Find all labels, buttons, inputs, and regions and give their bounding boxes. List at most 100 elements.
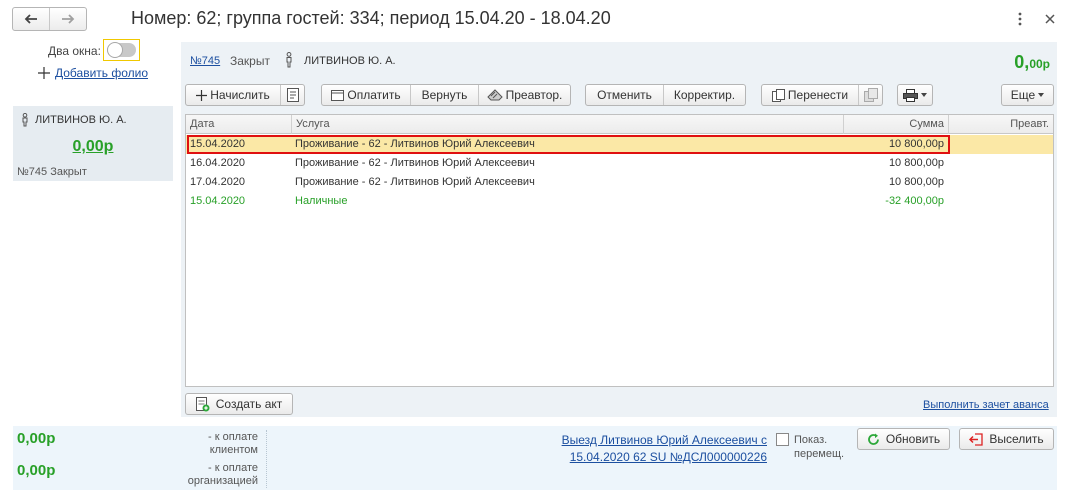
- cell-sum: 10 800,00р: [888, 138, 944, 150]
- cell-service: Проживание - 62 - Литвинов Юрий Алексеев…: [295, 176, 535, 188]
- exit-door-icon: [969, 432, 983, 446]
- more-button[interactable]: Еще: [1001, 84, 1054, 106]
- departure-line-1: Выезд Литвинов Юрий Алексеевич с: [561, 433, 767, 447]
- create-act-label: Создать акт: [215, 397, 283, 411]
- wallet-icon: [331, 89, 345, 101]
- window-title: Номер: 62; группа гостей: 334; период 15…: [131, 8, 611, 28]
- folio-guest-name: ЛИТВИНОВ Ю. А.: [304, 55, 396, 67]
- refresh-label: Обновить: [885, 432, 941, 446]
- transfer-button[interactable]: Перенести: [762, 85, 858, 105]
- advance-offset-link[interactable]: Выполнить зачет аванса: [923, 399, 1049, 411]
- cell-date: 16.04.2020: [190, 157, 246, 169]
- print-button[interactable]: [897, 84, 933, 106]
- cell-sum: 10 800,00р: [888, 176, 944, 188]
- guest-card-folio-number: №745: [17, 166, 48, 178]
- column-header-preauth[interactable]: Преавт.: [948, 115, 1053, 134]
- client-due-label: - к оплате клиентом: [208, 431, 258, 456]
- refresh-icon: [867, 433, 879, 445]
- transfer-label: Перенести: [787, 88, 849, 102]
- show-moves-label-line-2: перемещ.: [794, 448, 845, 460]
- charge-group: Начислить: [185, 84, 305, 106]
- table-row[interactable]: 16.04.2020 Проживание - 62 - Литвинов Юр…: [186, 154, 1053, 173]
- checkout-button[interactable]: Выселить: [959, 428, 1054, 450]
- person-icon: [22, 113, 28, 127]
- correct-label: Корректир.: [673, 88, 736, 102]
- correction-group: Отменить Корректир.: [585, 84, 746, 106]
- folio-balance-frac: 00р: [1029, 57, 1050, 71]
- correct-button[interactable]: Корректир.: [663, 85, 745, 105]
- add-folio-label: Добавить фолио: [55, 66, 149, 80]
- folio-balance-int: 0,: [1014, 52, 1030, 72]
- toggle-track: [107, 42, 136, 58]
- pay-button[interactable]: Оплатить: [322, 85, 410, 105]
- preauth-button[interactable]: Преавтор.: [478, 85, 570, 105]
- transfer-group: Перенести: [761, 84, 883, 106]
- add-folio-link[interactable]: Добавить фолио: [38, 66, 148, 80]
- folio-number-link[interactable]: №745: [190, 55, 220, 67]
- create-act-button[interactable]: Создать акт: [185, 393, 293, 415]
- cell-preauth: [948, 192, 1053, 211]
- cell-preauth: [948, 173, 1053, 192]
- charge-label: Начислить: [210, 88, 270, 102]
- cell-preauth: [948, 154, 1053, 173]
- column-header-sum[interactable]: Сумма: [843, 115, 948, 134]
- forward-button[interactable]: [49, 8, 86, 30]
- cell-service: Наличные: [295, 195, 348, 207]
- show-moves-checkbox[interactable]: [776, 433, 789, 446]
- org-due-label: - к оплате организацией: [187, 462, 258, 487]
- column-header-date[interactable]: Дата: [186, 115, 291, 134]
- cancel-button[interactable]: Отменить: [586, 85, 663, 105]
- refresh-button[interactable]: Обновить: [857, 428, 950, 450]
- guest-card-name: ЛИТВИНОВ Ю. А.: [35, 114, 127, 126]
- document-list-icon: [286, 88, 299, 102]
- guest-card-folio: №745 Закрыт: [17, 166, 87, 178]
- column-header-service[interactable]: Услуга: [291, 115, 843, 134]
- transactions-table: Дата Услуга Сумма Преавт. 15.04.2020 Про…: [185, 114, 1054, 387]
- table-header: Дата Услуга Сумма Преавт.: [186, 115, 1053, 134]
- charge-list-button[interactable]: [280, 85, 304, 105]
- divider: [266, 430, 267, 488]
- departure-link[interactable]: Выезд Литвинов Юрий Алексеевич с 15.04.2…: [506, 432, 767, 466]
- preauth-label: Преавтор.: [505, 88, 563, 102]
- more-dropdown[interactable]: Еще: [1002, 85, 1053, 105]
- guest-folio-card[interactable]: ЛИТВИНОВ Ю. А. 0,00р №745 Закрыт: [13, 106, 173, 181]
- plus-icon: [38, 67, 50, 79]
- history-nav: [12, 7, 87, 31]
- back-button[interactable]: [13, 8, 49, 30]
- plus-icon: [196, 89, 208, 101]
- cell-date: 15.04.2020: [190, 138, 246, 150]
- table-row[interactable]: 15.04.2020 Проживание - 62 - Литвинов Юр…: [186, 135, 1053, 154]
- guest-card-amount[interactable]: 0,00р: [13, 138, 173, 156]
- document-add-icon: [195, 396, 210, 411]
- client-due-amount: 0,00р: [17, 430, 56, 447]
- more-menu-button[interactable]: [1012, 10, 1028, 28]
- close-button[interactable]: [1041, 10, 1059, 28]
- charge-button[interactable]: Начислить: [186, 85, 280, 105]
- print-dropdown[interactable]: [898, 85, 932, 105]
- cell-service: Проживание - 62 - Литвинов Юрий Алексеев…: [295, 138, 535, 150]
- cell-date: 15.04.2020: [190, 195, 246, 207]
- cell-date: 17.04.2020: [190, 176, 246, 188]
- show-moves-label: Показ. перемещ.: [794, 433, 844, 461]
- guest-card-header: ЛИТВИНОВ Ю. А.: [21, 113, 127, 127]
- refund-button[interactable]: Вернуть: [410, 85, 478, 105]
- pages-icon: [863, 88, 878, 102]
- cell-service: Проживание - 62 - Литвинов Юрий Алексеев…: [295, 157, 535, 169]
- payment-group: Оплатить Вернуть Преавтор.: [321, 84, 571, 106]
- table-row[interactable]: 15.04.2020 Наличные -32 400,00р: [186, 192, 1053, 211]
- chevron-down-icon: [921, 93, 927, 97]
- cell-sum: 10 800,00р: [888, 157, 944, 169]
- vertical-dots-icon: [1018, 12, 1022, 26]
- folio-status: Закрыт: [230, 54, 270, 68]
- two-windows-label: Два окна:: [48, 44, 101, 58]
- table-row[interactable]: 17.04.2020 Проживание - 62 - Литвинов Юр…: [186, 173, 1053, 192]
- toggle-knob: [107, 42, 123, 58]
- create-act-action[interactable]: Создать акт: [186, 394, 292, 414]
- more-label: Еще: [1010, 88, 1036, 102]
- transfer-alt-button[interactable]: [858, 85, 882, 105]
- two-windows-toggle[interactable]: [103, 39, 140, 61]
- printer-icon: [903, 88, 918, 102]
- folio-balance: 0,00р: [1000, 52, 1050, 73]
- cell-preauth: [948, 135, 1053, 154]
- checkout-label: Выселить: [989, 432, 1044, 446]
